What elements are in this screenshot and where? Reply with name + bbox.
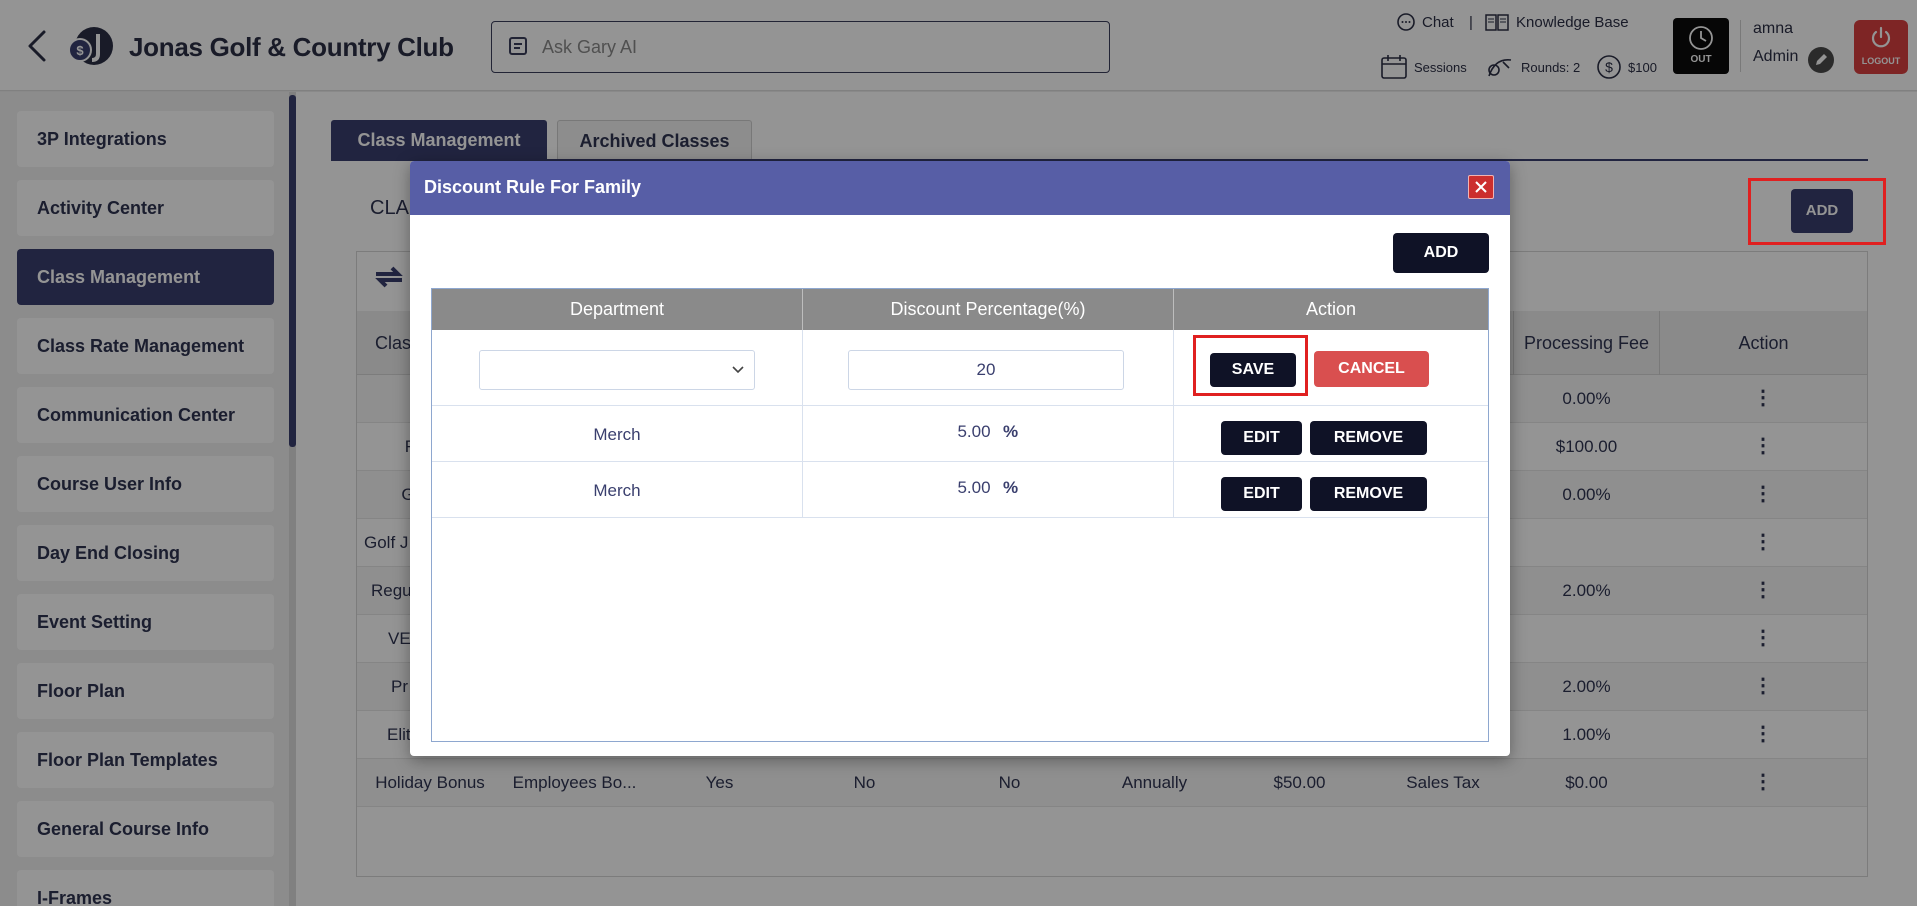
department-select[interactable] xyxy=(479,350,755,390)
remove-button[interactable]: REMOVE xyxy=(1310,477,1427,511)
row-percent-symbol: % xyxy=(1003,478,1019,497)
modal-header: Discount Rule For Family xyxy=(410,161,1510,215)
discount-percentage-input[interactable] xyxy=(848,350,1124,390)
edit-button[interactable]: EDIT xyxy=(1221,477,1302,511)
modal-title: Discount Rule For Family xyxy=(424,177,642,197)
discount-table-header: Department Discount Percentage(%) Action xyxy=(432,289,1488,330)
close-icon[interactable] xyxy=(1468,175,1494,199)
cancel-button[interactable]: CANCEL xyxy=(1314,351,1429,387)
row-discount-percentage: 5.00 xyxy=(957,422,991,441)
column-header-discount-percentage: Discount Percentage(%) xyxy=(890,299,1086,319)
row-department: Merch xyxy=(593,481,641,500)
highlight-box-save xyxy=(1193,335,1308,396)
chevron-down-icon xyxy=(732,366,744,374)
edit-button[interactable]: EDIT xyxy=(1221,421,1302,455)
row-percent-symbol: % xyxy=(1003,422,1019,441)
discount-rule-modal: Discount Rule For Family ADD Department … xyxy=(410,161,1510,756)
discount-rules-table: Department Discount Percentage(%) Action… xyxy=(431,288,1489,742)
column-header-department: Department xyxy=(569,299,665,319)
column-header-action: Action xyxy=(1305,299,1357,319)
add-rule-button[interactable]: ADD xyxy=(1393,233,1489,273)
remove-button[interactable]: REMOVE xyxy=(1310,421,1427,455)
row-department: Merch xyxy=(593,425,641,444)
highlight-box-add xyxy=(1748,178,1886,245)
row-discount-percentage: 5.00 xyxy=(957,478,991,497)
